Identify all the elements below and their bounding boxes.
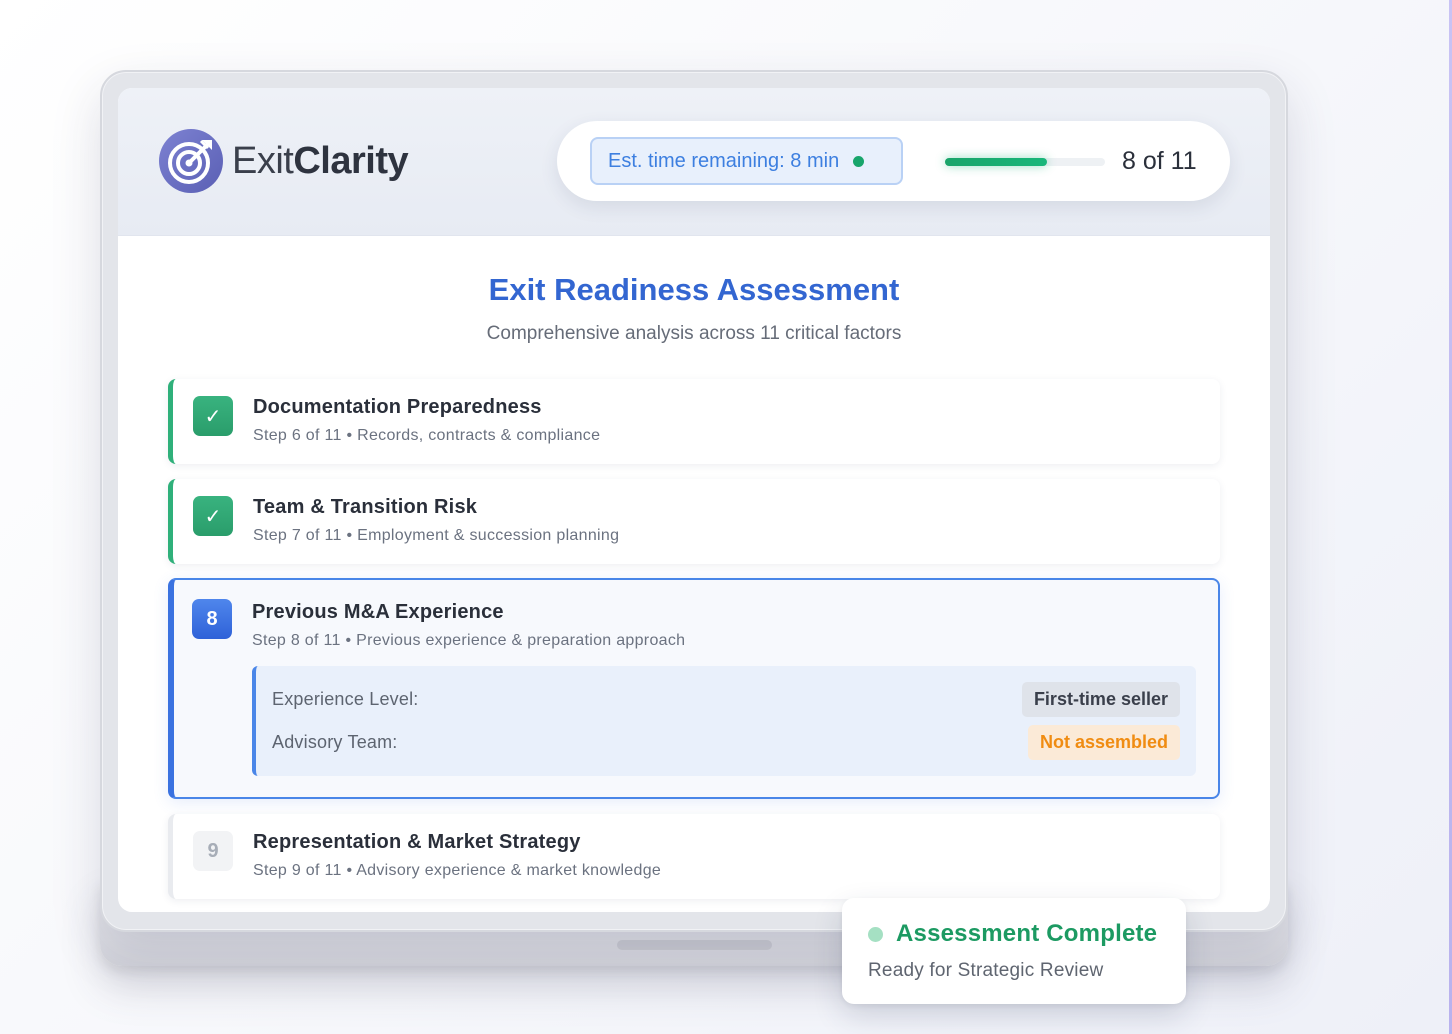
- page: ExitClarity Est. time remaining: 8 min 8…: [0, 0, 1452, 1034]
- brand-name-light: Exit: [232, 139, 294, 182]
- step-card-team-transition[interactable]: ✓ Team & Transition Risk Step 7 of 11 • …: [168, 479, 1220, 564]
- brand-name: ExitClarity: [232, 139, 409, 183]
- detail-row-experience: Experience Level: First-time seller: [272, 681, 1180, 717]
- step-card-ma-experience[interactable]: 8 Previous M&A Experience Step 8 of 11 •…: [168, 578, 1220, 799]
- toast-title: Assessment Complete: [896, 920, 1158, 947]
- app-screen: ExitClarity Est. time remaining: 8 min 8…: [118, 88, 1270, 912]
- step-details-panel: Experience Level: First-time seller Advi…: [252, 666, 1196, 776]
- time-remaining-text: Est. time remaining: 8 min: [608, 149, 840, 172]
- progress-bar-fill: [945, 158, 1048, 166]
- check-icon: ✓: [193, 496, 233, 536]
- brand-name-bold: Clarity: [293, 139, 409, 182]
- target-arrow-icon: [159, 129, 223, 193]
- status-dot-icon: [853, 155, 865, 167]
- step-subtitle: Step 8 of 11 • Previous experience & pre…: [252, 632, 686, 649]
- step-subtitle: Step 6 of 11 • Records, contracts & comp…: [253, 427, 601, 444]
- progress-status-bar: Est. time remaining: 8 min 8 of 11: [557, 121, 1230, 201]
- experience-level-badge: First-time seller: [1021, 681, 1180, 717]
- step-counter: 8 of 11: [1122, 147, 1197, 175]
- assessment-complete-toast[interactable]: Assessment Complete Ready for Strategic …: [842, 898, 1186, 1004]
- advisory-team-badge: Not assembled: [1027, 724, 1180, 760]
- page-subtitle: Comprehensive analysis across 11 critica…: [486, 323, 902, 344]
- status-dot-icon: [868, 927, 883, 942]
- detail-row-advisory: Advisory Team: Not assembled: [272, 724, 1180, 760]
- step-subtitle: Step 9 of 11 • Advisory experience & mar…: [253, 862, 662, 879]
- step-number-badge: 9: [193, 831, 233, 871]
- app-header: ExitClarity Est. time remaining: 8 min 8…: [118, 88, 1270, 236]
- step-card-representation[interactable]: 9 Representation & Market Strategy Step …: [168, 814, 1220, 899]
- brand-logo[interactable]: ExitClarity: [158, 128, 409, 194]
- laptop-notch: [617, 940, 772, 950]
- step-title: Team & Transition Risk: [253, 496, 478, 518]
- detail-label: Experience Level:: [272, 688, 419, 709]
- step-title: Documentation Preparedness: [253, 396, 542, 418]
- check-icon: ✓: [193, 396, 233, 436]
- step-title: Previous M&A Experience: [252, 601, 504, 623]
- page-title: Exit Readiness Assessment: [488, 272, 900, 307]
- step-number-badge: 8: [192, 599, 232, 639]
- progress-bar: [945, 158, 1105, 166]
- step-card-documentation[interactable]: ✓ Documentation Preparedness Step 6 of 1…: [168, 379, 1220, 464]
- step-title: Representation & Market Strategy: [253, 831, 581, 853]
- time-remaining-chip: Est. time remaining: 8 min: [590, 137, 903, 185]
- step-subtitle: Step 7 of 11 • Employment & succession p…: [253, 527, 620, 544]
- toast-subtitle: Ready for Strategic Review: [868, 960, 1104, 981]
- detail-label: Advisory Team:: [272, 731, 398, 752]
